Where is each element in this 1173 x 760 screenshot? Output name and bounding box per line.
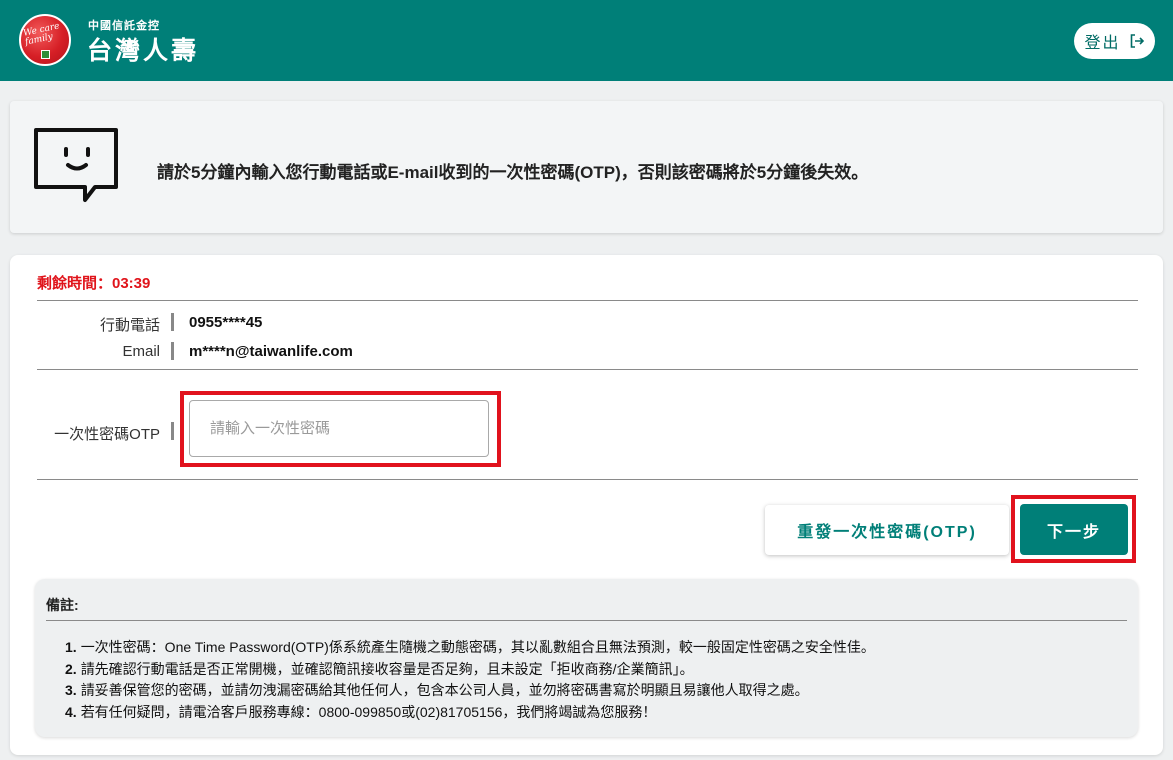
label-separator <box>171 313 174 331</box>
top-header: We care family 中國信託金控 台灣人壽 登出 <box>0 0 1173 81</box>
remarks-item-number: 1. <box>65 639 77 655</box>
otp-notice-card: 請於5分鐘內輸入您行動電話或E-mail收到的一次性密碼(OTP)，否則該密碼將… <box>10 101 1163 233</box>
remarks-item: 2. 請先確認行動電話是否正常開機，並確認簡訊接收容量是否足夠，且未設定「拒收商務… <box>65 659 1125 681</box>
label-separator <box>171 342 174 360</box>
logo-script-text: We care family <box>22 21 61 48</box>
email-label: Email <box>122 343 160 360</box>
remaining-time: 剩餘時間：03:39 <box>37 275 151 292</box>
divider <box>37 300 1138 301</box>
phone-label: 行動電話 <box>99 317 160 334</box>
remarks-item-text: 請妥善保管您的密碼，並請勿洩漏密碼給其他任何人，包含本公司人員，並勿將密碼書寫於… <box>80 682 809 698</box>
logout-button[interactable]: 登出 <box>1074 23 1155 59</box>
divider <box>37 369 1138 370</box>
logout-icon <box>1130 34 1144 48</box>
remarks-item-number: 3. <box>65 682 77 698</box>
remarks-item-text: 若有任何疑問，請電洽客戶服務專線：0800-099850或(02)8170515… <box>80 703 657 720</box>
phone-value: 0955****45 <box>189 314 263 331</box>
smiley-chat-icon <box>34 128 118 202</box>
remarks-item: 4. 若有任何疑問，請電洽客戶服務專線：0800-099850或(02)81705… <box>65 702 1125 724</box>
brand-name: 台灣人壽 <box>87 37 200 65</box>
divider <box>46 620 1127 621</box>
company-logo[interactable]: We care family <box>19 14 71 66</box>
remarks-item-text: 請先確認行動電話是否正常開機，並確認簡訊接收容量是否足夠，且未設定「拒收商務/企… <box>80 660 694 677</box>
remarks-title: 備註: <box>46 597 79 613</box>
remarks-panel: 備註: 1. 一次性密碼：One Time Password(OTP)係系統產生隨… <box>35 579 1138 737</box>
remarks-item: 1. 一次性密碼：One Time Password(OTP)係系統產生隨機之動態… <box>65 637 1125 659</box>
label-separator <box>171 422 174 440</box>
remarks-list: 1. 一次性密碼：One Time Password(OTP)係系統產生隨機之動態… <box>65 637 1125 723</box>
resend-otp-button[interactable]: 重發一次性密碼(OTP) <box>765 505 1009 555</box>
otp-input[interactable] <box>189 400 489 457</box>
email-value: m****n@taiwanlife.com <box>189 343 353 360</box>
otp-label: 一次性密碼OTP <box>54 426 160 443</box>
remarks-item-text: 一次性密碼：One Time Password(OTP)係系統產生隨機之動態密碼… <box>80 639 875 655</box>
logo-square-mark <box>41 50 50 59</box>
logout-label: 登出 <box>1084 35 1121 52</box>
remarks-item-number: 4. <box>65 703 77 720</box>
otp-form-card: 剩餘時間：03:39 行動電話 0955****45 Email m****n@… <box>10 255 1163 755</box>
otp-notice-text: 請於5分鐘內輸入您行動電話或E-mail收到的一次性密碼(OTP)，否則該密碼將… <box>157 163 869 182</box>
remarks-item-number: 2. <box>65 660 77 677</box>
next-step-button[interactable]: 下一步 <box>1020 504 1128 555</box>
remarks-item: 3. 請妥善保管您的密碼，並請勿洩漏密碼給其他任何人，包含本公司人員，並勿將密碼書… <box>65 680 1125 702</box>
divider <box>37 479 1138 480</box>
